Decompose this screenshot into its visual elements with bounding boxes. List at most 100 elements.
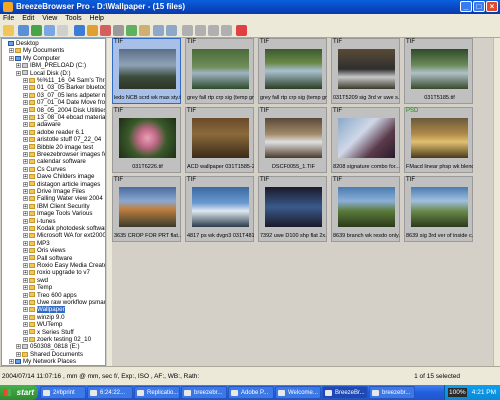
thumbnail-item[interactable]: TIF 7392 uwe D100 shp flat 2x... [258, 176, 327, 242]
thumbnail-item[interactable]: TIF grey fall rtp crp sig (temp gn up)dev… [258, 38, 327, 104]
taskbar-button[interactable]: Welcome... [275, 386, 321, 399]
thumbnail-item[interactable]: TIF 3635 CROP FOR PRT flat... [112, 176, 181, 242]
folder-tree[interactable]: Desktop + My Documents + My Computer + IBM_PRE… [1, 38, 106, 366]
menu-view[interactable]: View [39, 14, 60, 24]
expand-toggle-icon[interactable]: + [23, 129, 28, 135]
taskbar-button[interactable]: 2#bprint [40, 386, 86, 399]
taskbar-button[interactable]: BreezeBr... [322, 386, 368, 399]
print-icon[interactable] [126, 25, 137, 36]
thumbnail-item[interactable]: TIF grey fall rtp crp sig (temp gn up).ti… [185, 38, 254, 104]
rename-icon[interactable] [221, 25, 232, 36]
expand-toggle-icon[interactable]: + [23, 255, 28, 261]
rotate-icon[interactable] [100, 25, 111, 36]
expand-toggle-icon[interactable]: + [9, 359, 14, 365]
expand-toggle-icon[interactable]: + [23, 248, 28, 254]
expand-toggle-icon[interactable]: + [23, 240, 28, 246]
thumbnail-item[interactable]: TIF 031T5185.tif [404, 38, 473, 104]
music-icon[interactable] [139, 25, 150, 36]
expand-toggle-icon[interactable]: + [23, 115, 28, 121]
thumbnail-item[interactable]: PSD FMacd linear phsp wk blend... [404, 107, 473, 173]
forward-arrow-icon[interactable] [166, 25, 177, 36]
expand-toggle-icon[interactable]: + [16, 344, 21, 350]
thumbnail-image[interactable] [119, 49, 176, 89]
thumbnail-image[interactable] [338, 49, 395, 89]
expand-toggle-icon[interactable]: + [23, 85, 28, 91]
thumbnail-item[interactable]: TIF 031T5209 sig 3rd vr uwe s... [331, 38, 400, 104]
thumbnail-image[interactable] [338, 118, 395, 158]
grid-scrollbar[interactable] [493, 38, 500, 366]
expand-toggle-icon[interactable]: + [23, 329, 28, 335]
expand-toggle-icon[interactable]: + [23, 189, 28, 195]
expand-toggle-icon[interactable]: + [23, 159, 28, 165]
thumbnail-item[interactable]: TIF ledo NCB scrd wk max sty.tif [112, 38, 181, 104]
thumbnail-view-icon[interactable] [18, 25, 29, 36]
expand-toggle-icon[interactable]: + [23, 226, 28, 232]
expand-toggle-icon[interactable]: + [23, 203, 28, 209]
expand-toggle-icon[interactable]: + [16, 351, 21, 357]
thumbnail-image[interactable] [411, 49, 468, 89]
expand-toggle-icon[interactable]: + [23, 270, 28, 276]
thumbnail-image[interactable] [119, 118, 176, 158]
move-icon[interactable] [208, 25, 219, 36]
thumbnail-item[interactable]: TIF 031T6226.tif [112, 107, 181, 173]
expand-toggle-icon[interactable]: + [23, 211, 28, 217]
thumbnail-item[interactable]: TIF DSCF0055_1.TIF [258, 107, 327, 173]
taskbar-button[interactable]: breezebr... [369, 386, 415, 399]
expand-toggle-icon[interactable]: + [23, 292, 28, 298]
taskbar-button[interactable]: Adobe P... [228, 386, 274, 399]
thumbnail-item[interactable]: TIF 8639 sig 3rd ver of inside c... [404, 176, 473, 242]
menu-edit[interactable]: Edit [19, 14, 37, 24]
taskbar-button[interactable]: Replicatio... [134, 386, 180, 399]
expand-toggle-icon[interactable]: + [16, 63, 21, 69]
close-button[interactable]: × [486, 1, 498, 12]
maximize-button[interactable]: □ [473, 1, 485, 12]
details-view-icon[interactable] [57, 25, 68, 36]
expand-toggle-icon[interactable]: + [23, 233, 28, 239]
expand-toggle-icon[interactable]: + [23, 78, 28, 84]
paste-icon[interactable] [195, 25, 206, 36]
thumbnail-image[interactable] [192, 187, 249, 227]
copy-icon[interactable] [182, 25, 193, 36]
expand-toggle-icon[interactable]: + [23, 181, 28, 187]
expand-toggle-icon[interactable]: + [23, 307, 28, 313]
open-folder-icon[interactable] [3, 25, 14, 36]
expand-toggle-icon[interactable]: + [16, 70, 21, 76]
delete-icon[interactable] [236, 25, 247, 36]
expand-toggle-icon[interactable]: + [23, 263, 28, 269]
expand-toggle-icon[interactable]: + [23, 174, 28, 180]
thumbnail-image[interactable] [338, 187, 395, 227]
minimize-button[interactable]: _ [460, 1, 472, 12]
expand-toggle-icon[interactable]: + [9, 55, 14, 61]
thumbnail-item[interactable]: TIF 4817 ps wk dvgn3 031T4817... [185, 176, 254, 242]
thumbnail-image[interactable] [265, 49, 322, 89]
start-button[interactable]: start [0, 385, 38, 400]
menu-tools[interactable]: Tools [62, 14, 84, 24]
expand-toggle-icon[interactable]: + [23, 166, 28, 172]
expand-toggle-icon[interactable]: + [23, 285, 28, 291]
checkmark-icon[interactable] [74, 25, 85, 36]
menu-help[interactable]: Help [87, 14, 107, 24]
expand-toggle-icon[interactable]: + [23, 314, 28, 320]
expand-toggle-icon[interactable]: + [23, 144, 28, 150]
expand-toggle-icon[interactable]: + [23, 196, 28, 202]
thumbnail-image[interactable] [411, 187, 468, 227]
expand-toggle-icon[interactable]: + [23, 322, 28, 328]
title-bar[interactable]: BreezeBrowser Pro - D:\Wallpaper - (15 f… [0, 0, 500, 14]
expand-toggle-icon[interactable]: + [23, 337, 28, 343]
tree-node[interactable]: + My Network Places [9, 358, 76, 365]
expand-toggle-icon[interactable]: + [23, 300, 28, 306]
slideshow-icon[interactable] [113, 25, 124, 36]
thumbnail-image[interactable] [265, 118, 322, 158]
expand-toggle-icon[interactable]: + [23, 100, 28, 106]
grid-view-icon[interactable] [31, 25, 42, 36]
back-arrow-icon[interactable] [153, 25, 164, 36]
expand-toggle-icon[interactable]: + [23, 107, 28, 113]
expand-toggle-icon[interactable]: + [9, 48, 14, 54]
menu-file[interactable]: File [0, 14, 17, 24]
thumbnail-item[interactable]: TIF 8208 signature combo for... [331, 107, 400, 173]
taskbar-button[interactable]: 6:24:22... [87, 386, 133, 399]
expand-toggle-icon[interactable]: + [23, 137, 28, 143]
taskbar-button[interactable]: breezebr... [181, 386, 227, 399]
expand-toggle-icon[interactable]: + [23, 152, 28, 158]
expand-toggle-icon[interactable]: + [23, 92, 28, 98]
